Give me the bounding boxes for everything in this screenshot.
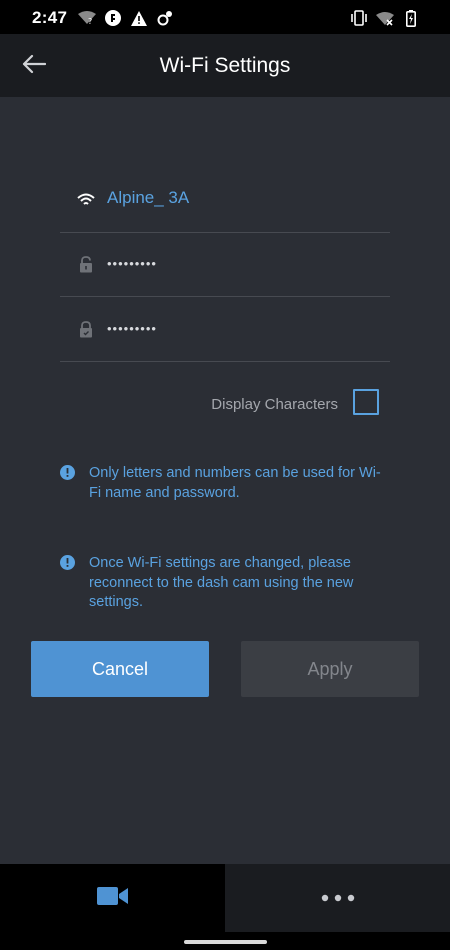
wifi-settings-panel: Alpine_ 3A ••••••••• ••••••••• Display C… [0, 97, 450, 864]
notice-text: Once Wi-Fi settings are changed, please … [89, 555, 354, 610]
svg-text:?: ? [88, 17, 92, 25]
status-left-icons: ? [78, 9, 174, 27]
status-right-icons [350, 9, 420, 27]
password-value[interactable]: ••••••••• [107, 256, 157, 271]
page-title: Wi-Fi Settings [159, 54, 291, 77]
lock-icon [76, 254, 96, 274]
wifi-icon [76, 190, 96, 210]
video-camera-icon [96, 886, 129, 911]
apply-button[interactable]: Apply [241, 641, 419, 697]
app-badge-icon [104, 9, 122, 27]
bottom-nav [0, 864, 450, 932]
password-field[interactable]: ••••••••• [60, 232, 390, 297]
display-characters-checkbox[interactable] [353, 389, 379, 415]
info-icon [60, 555, 75, 570]
warning-icon [130, 9, 148, 27]
confirm-password-value[interactable]: ••••••••• [107, 321, 157, 336]
notice-allowed-characters: Only letters and numbers can be used for… [60, 464, 390, 508]
app-bar: Wi-Fi Settings [0, 34, 450, 97]
status-time: 2:47 [32, 8, 68, 27]
display-characters-label: Display Characters [211, 396, 338, 413]
settings-sync-icon [156, 9, 174, 27]
wifi-off-icon [376, 9, 394, 27]
vibrate-icon [350, 9, 368, 27]
ssid-value[interactable]: Alpine_ 3A [107, 188, 189, 208]
gesture-handle[interactable] [184, 940, 267, 944]
more-dots-icon [321, 889, 355, 907]
info-icon [60, 465, 75, 480]
notice-text: Only letters and numbers can be used for… [89, 465, 381, 501]
confirm-password-field[interactable]: ••••••••• [60, 297, 390, 362]
cancel-button[interactable]: Cancel [31, 641, 209, 697]
wifi-question-icon: ? [78, 9, 96, 27]
ssid-field[interactable]: Alpine_ 3A [60, 168, 390, 233]
notice-reconnect: Once Wi-Fi settings are changed, please … [60, 554, 390, 618]
nav-dash-cam[interactable] [0, 864, 225, 932]
status-bar: 2:47 ? [0, 0, 450, 34]
battery-charging-icon [402, 9, 420, 27]
lock-confirm-icon [76, 319, 96, 339]
nav-more[interactable] [225, 864, 450, 932]
